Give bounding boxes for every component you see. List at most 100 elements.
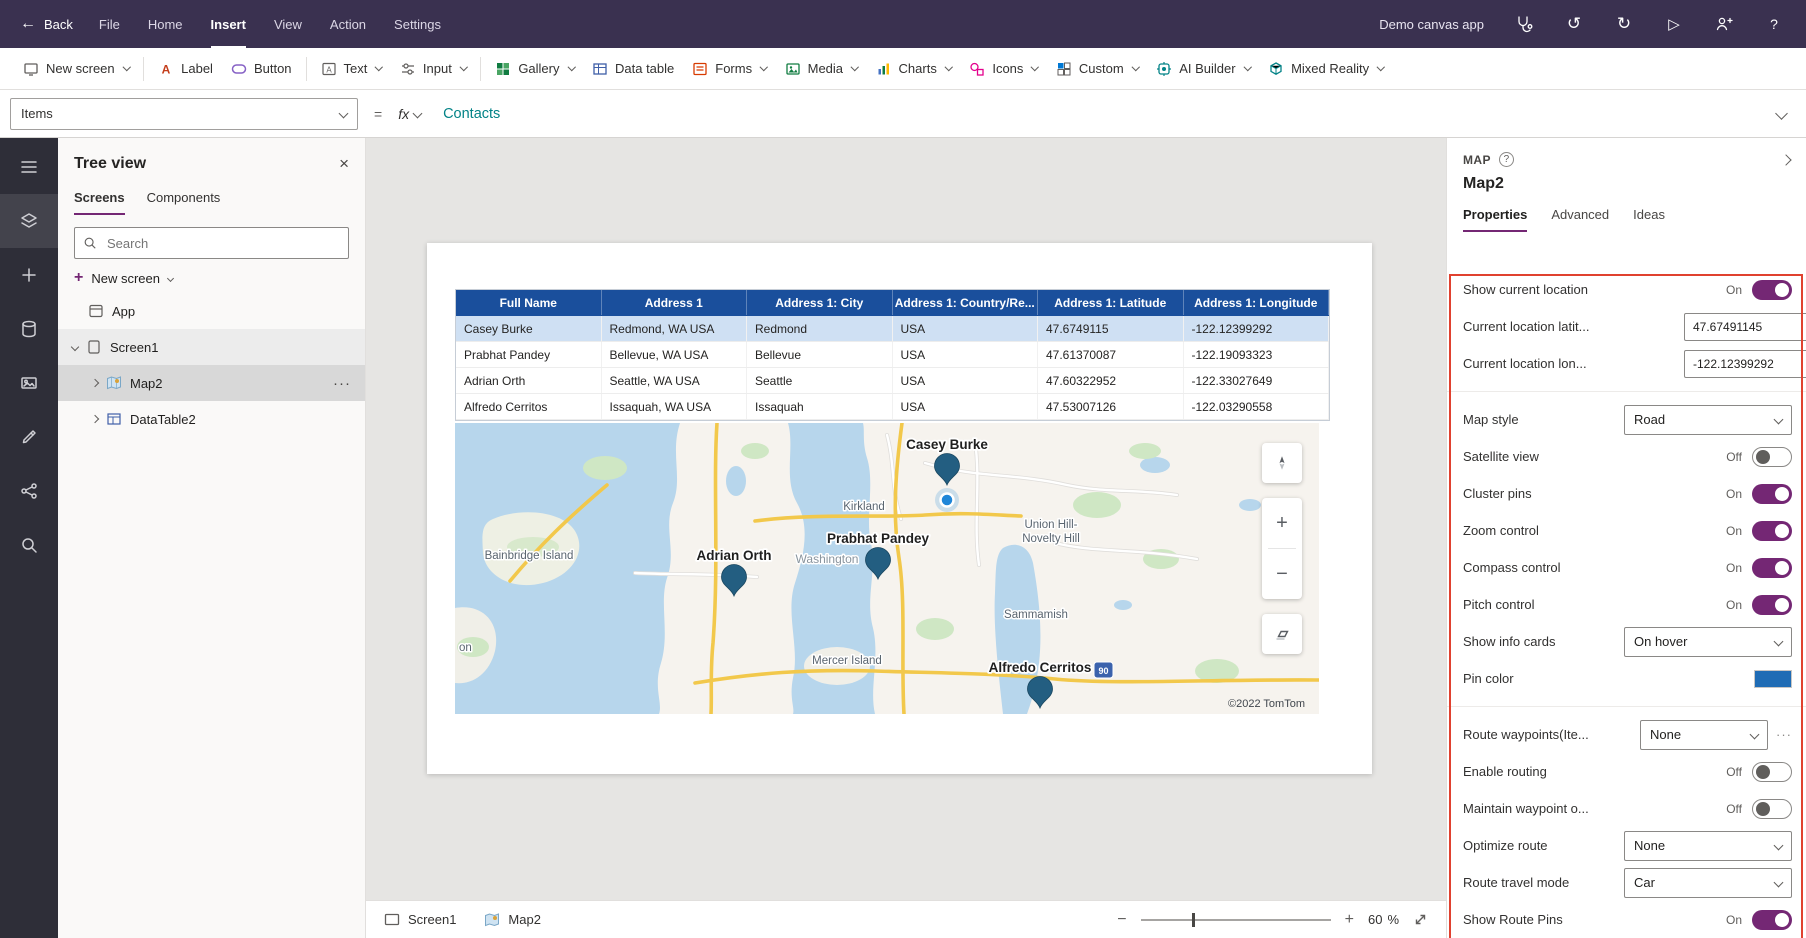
- show-route-pins-toggle[interactable]: [1752, 910, 1792, 930]
- tree-item-app[interactable]: App: [58, 293, 365, 329]
- media-rail-icon[interactable]: [0, 356, 58, 410]
- map-pitch-button[interactable]: [1262, 614, 1302, 654]
- gallery-menu[interactable]: Gallery: [486, 55, 583, 83]
- menu-file[interactable]: File: [99, 0, 120, 48]
- charts-menu[interactable]: Charts: [867, 55, 961, 83]
- map-zoom-out-button[interactable]: −: [1262, 549, 1302, 599]
- map-zoom-in-button[interactable]: +: [1262, 498, 1302, 548]
- ai-builder-menu[interactable]: AI Builder: [1147, 55, 1259, 83]
- zoom-slider[interactable]: [1141, 913, 1331, 927]
- app-checker-icon[interactable]: [1514, 14, 1534, 34]
- redo-icon[interactable]: ↻: [1614, 14, 1634, 34]
- chevron-right-icon[interactable]: [91, 379, 99, 387]
- tree-item-datatable2[interactable]: DataTable2: [58, 401, 365, 437]
- help-icon[interactable]: ?: [1764, 14, 1784, 34]
- data-table-button[interactable]: Data table: [583, 55, 683, 83]
- icons-menu[interactable]: Icons: [960, 55, 1047, 83]
- maintain-waypoint-order-toggle[interactable]: [1752, 799, 1792, 819]
- label-icon: A: [158, 61, 174, 77]
- route-waypoints-dropdown[interactable]: None: [1640, 720, 1768, 750]
- more-options-icon[interactable]: ···: [333, 375, 351, 392]
- menu-icon[interactable]: [0, 140, 58, 194]
- menu-action[interactable]: Action: [330, 0, 366, 48]
- status-control-crumb[interactable]: Map2: [484, 912, 541, 928]
- tab-components[interactable]: Components: [147, 190, 221, 215]
- zoom-control-toggle[interactable]: [1752, 521, 1792, 541]
- search-icon[interactable]: [0, 518, 58, 572]
- compass-control-toggle[interactable]: [1752, 558, 1792, 578]
- show-info-cards-dropdown[interactable]: On hover: [1624, 627, 1792, 657]
- data-table[interactable]: Full Name Address 1 Address 1: City Addr…: [455, 289, 1330, 421]
- chevron-right-icon[interactable]: [91, 415, 99, 423]
- table-row[interactable]: Prabhat PandeyBellevue, WA USABellevueUS…: [456, 342, 1329, 368]
- pin-color-swatch[interactable]: [1754, 670, 1792, 688]
- main-menu: File Home Insert View Action Settings: [99, 0, 441, 48]
- power-automate-icon[interactable]: [0, 464, 58, 518]
- play-preview-icon[interactable]: ▷: [1664, 14, 1684, 34]
- new-screen-icon: [23, 61, 39, 77]
- undo-icon[interactable]: ↺: [1564, 14, 1584, 34]
- property-selector[interactable]: Items: [10, 98, 358, 130]
- help-circle-icon[interactable]: ?: [1499, 152, 1514, 167]
- close-icon[interactable]: ×: [339, 154, 349, 174]
- data-icon[interactable]: [0, 302, 58, 356]
- tree-item-screen1[interactable]: Screen1: [58, 329, 365, 365]
- map-attribution: ©2022 TomTom: [1228, 698, 1305, 710]
- mixed-reality-menu[interactable]: Mixed Reality: [1259, 55, 1393, 83]
- enable-routing-toggle[interactable]: [1752, 762, 1792, 782]
- label-button[interactable]: A Label: [149, 55, 222, 83]
- tree-item-map2[interactable]: Map2 ···: [58, 365, 365, 401]
- tab-screens[interactable]: Screens: [74, 190, 125, 215]
- satellite-view-toggle[interactable]: [1752, 447, 1792, 467]
- tab-advanced[interactable]: Advanced: [1551, 207, 1609, 232]
- text-menu[interactable]: A Text: [312, 55, 391, 83]
- show-current-location-toggle[interactable]: [1752, 280, 1792, 300]
- new-screen-button[interactable]: New screen: [14, 55, 138, 83]
- button-button[interactable]: Button: [222, 55, 301, 83]
- new-screen-tree-button[interactable]: + New screen: [74, 269, 365, 287]
- status-screen-crumb[interactable]: Screen1: [384, 912, 456, 927]
- input-menu[interactable]: Input: [391, 55, 475, 83]
- tab-properties[interactable]: Properties: [1463, 207, 1527, 232]
- custom-menu[interactable]: Custom: [1047, 55, 1147, 83]
- map-control[interactable]: 90 Bainbridge Island Kirkland Washington…: [455, 423, 1319, 714]
- route-travel-mode-dropdown[interactable]: Car: [1624, 868, 1792, 898]
- optimize-route-dropdown[interactable]: None: [1624, 831, 1792, 861]
- menu-insert[interactable]: Insert: [211, 0, 246, 48]
- current-location-longitude-field[interactable]: [1684, 350, 1806, 378]
- menu-view[interactable]: View: [274, 0, 302, 48]
- insert-icon[interactable]: [0, 248, 58, 302]
- chevron-down-icon[interactable]: [71, 343, 79, 351]
- map-compass-button[interactable]: [1262, 443, 1302, 483]
- formula-bar-expand-icon[interactable]: [1777, 105, 1786, 123]
- advanced-tools-icon[interactable]: [0, 410, 58, 464]
- map-style-dropdown[interactable]: Road: [1624, 405, 1792, 435]
- fullscreen-icon[interactable]: [1413, 912, 1428, 927]
- media-menu[interactable]: Media: [776, 55, 867, 83]
- property-row-show-route-pins: Show Route Pins On: [1447, 901, 1806, 938]
- fx-button[interactable]: fx: [398, 106, 421, 122]
- zoom-slider-handle[interactable]: [1192, 913, 1195, 927]
- pitch-control-toggle[interactable]: [1752, 595, 1792, 615]
- share-person-icon[interactable]: [1714, 14, 1734, 34]
- table-row[interactable]: Alfredo CerritosIssaquah, WA USAIssaquah…: [456, 394, 1329, 420]
- map-canvas[interactable]: 90 Bainbridge Island Kirkland Washington…: [455, 423, 1319, 714]
- panel-expand-icon[interactable]: [1782, 152, 1790, 167]
- table-row[interactable]: Casey BurkeRedmond, WA USARedmondUSA47.6…: [456, 316, 1329, 342]
- current-location-latitude-field[interactable]: [1684, 313, 1806, 341]
- search-input[interactable]: [105, 235, 340, 252]
- menu-home[interactable]: Home: [148, 0, 183, 48]
- screen1-artboard[interactable]: Full Name Address 1 Address 1: City Addr…: [427, 243, 1372, 774]
- zoom-out-button[interactable]: −: [1117, 912, 1126, 928]
- back-button[interactable]: ← Back: [20, 15, 73, 33]
- forms-menu[interactable]: Forms: [683, 55, 775, 83]
- screen-icon: [384, 912, 400, 927]
- tab-ideas[interactable]: Ideas: [1633, 207, 1665, 232]
- cluster-pins-toggle[interactable]: [1752, 484, 1792, 504]
- zoom-in-button[interactable]: +: [1345, 912, 1354, 928]
- formula-input[interactable]: Contacts: [443, 106, 500, 122]
- tree-view-icon[interactable]: [0, 194, 58, 248]
- table-row[interactable]: Adrian OrthSeattle, WA USASeattleUSA47.6…: [456, 368, 1329, 394]
- route-waypoints-more-icon[interactable]: ···: [1776, 727, 1792, 742]
- menu-settings[interactable]: Settings: [394, 0, 441, 48]
